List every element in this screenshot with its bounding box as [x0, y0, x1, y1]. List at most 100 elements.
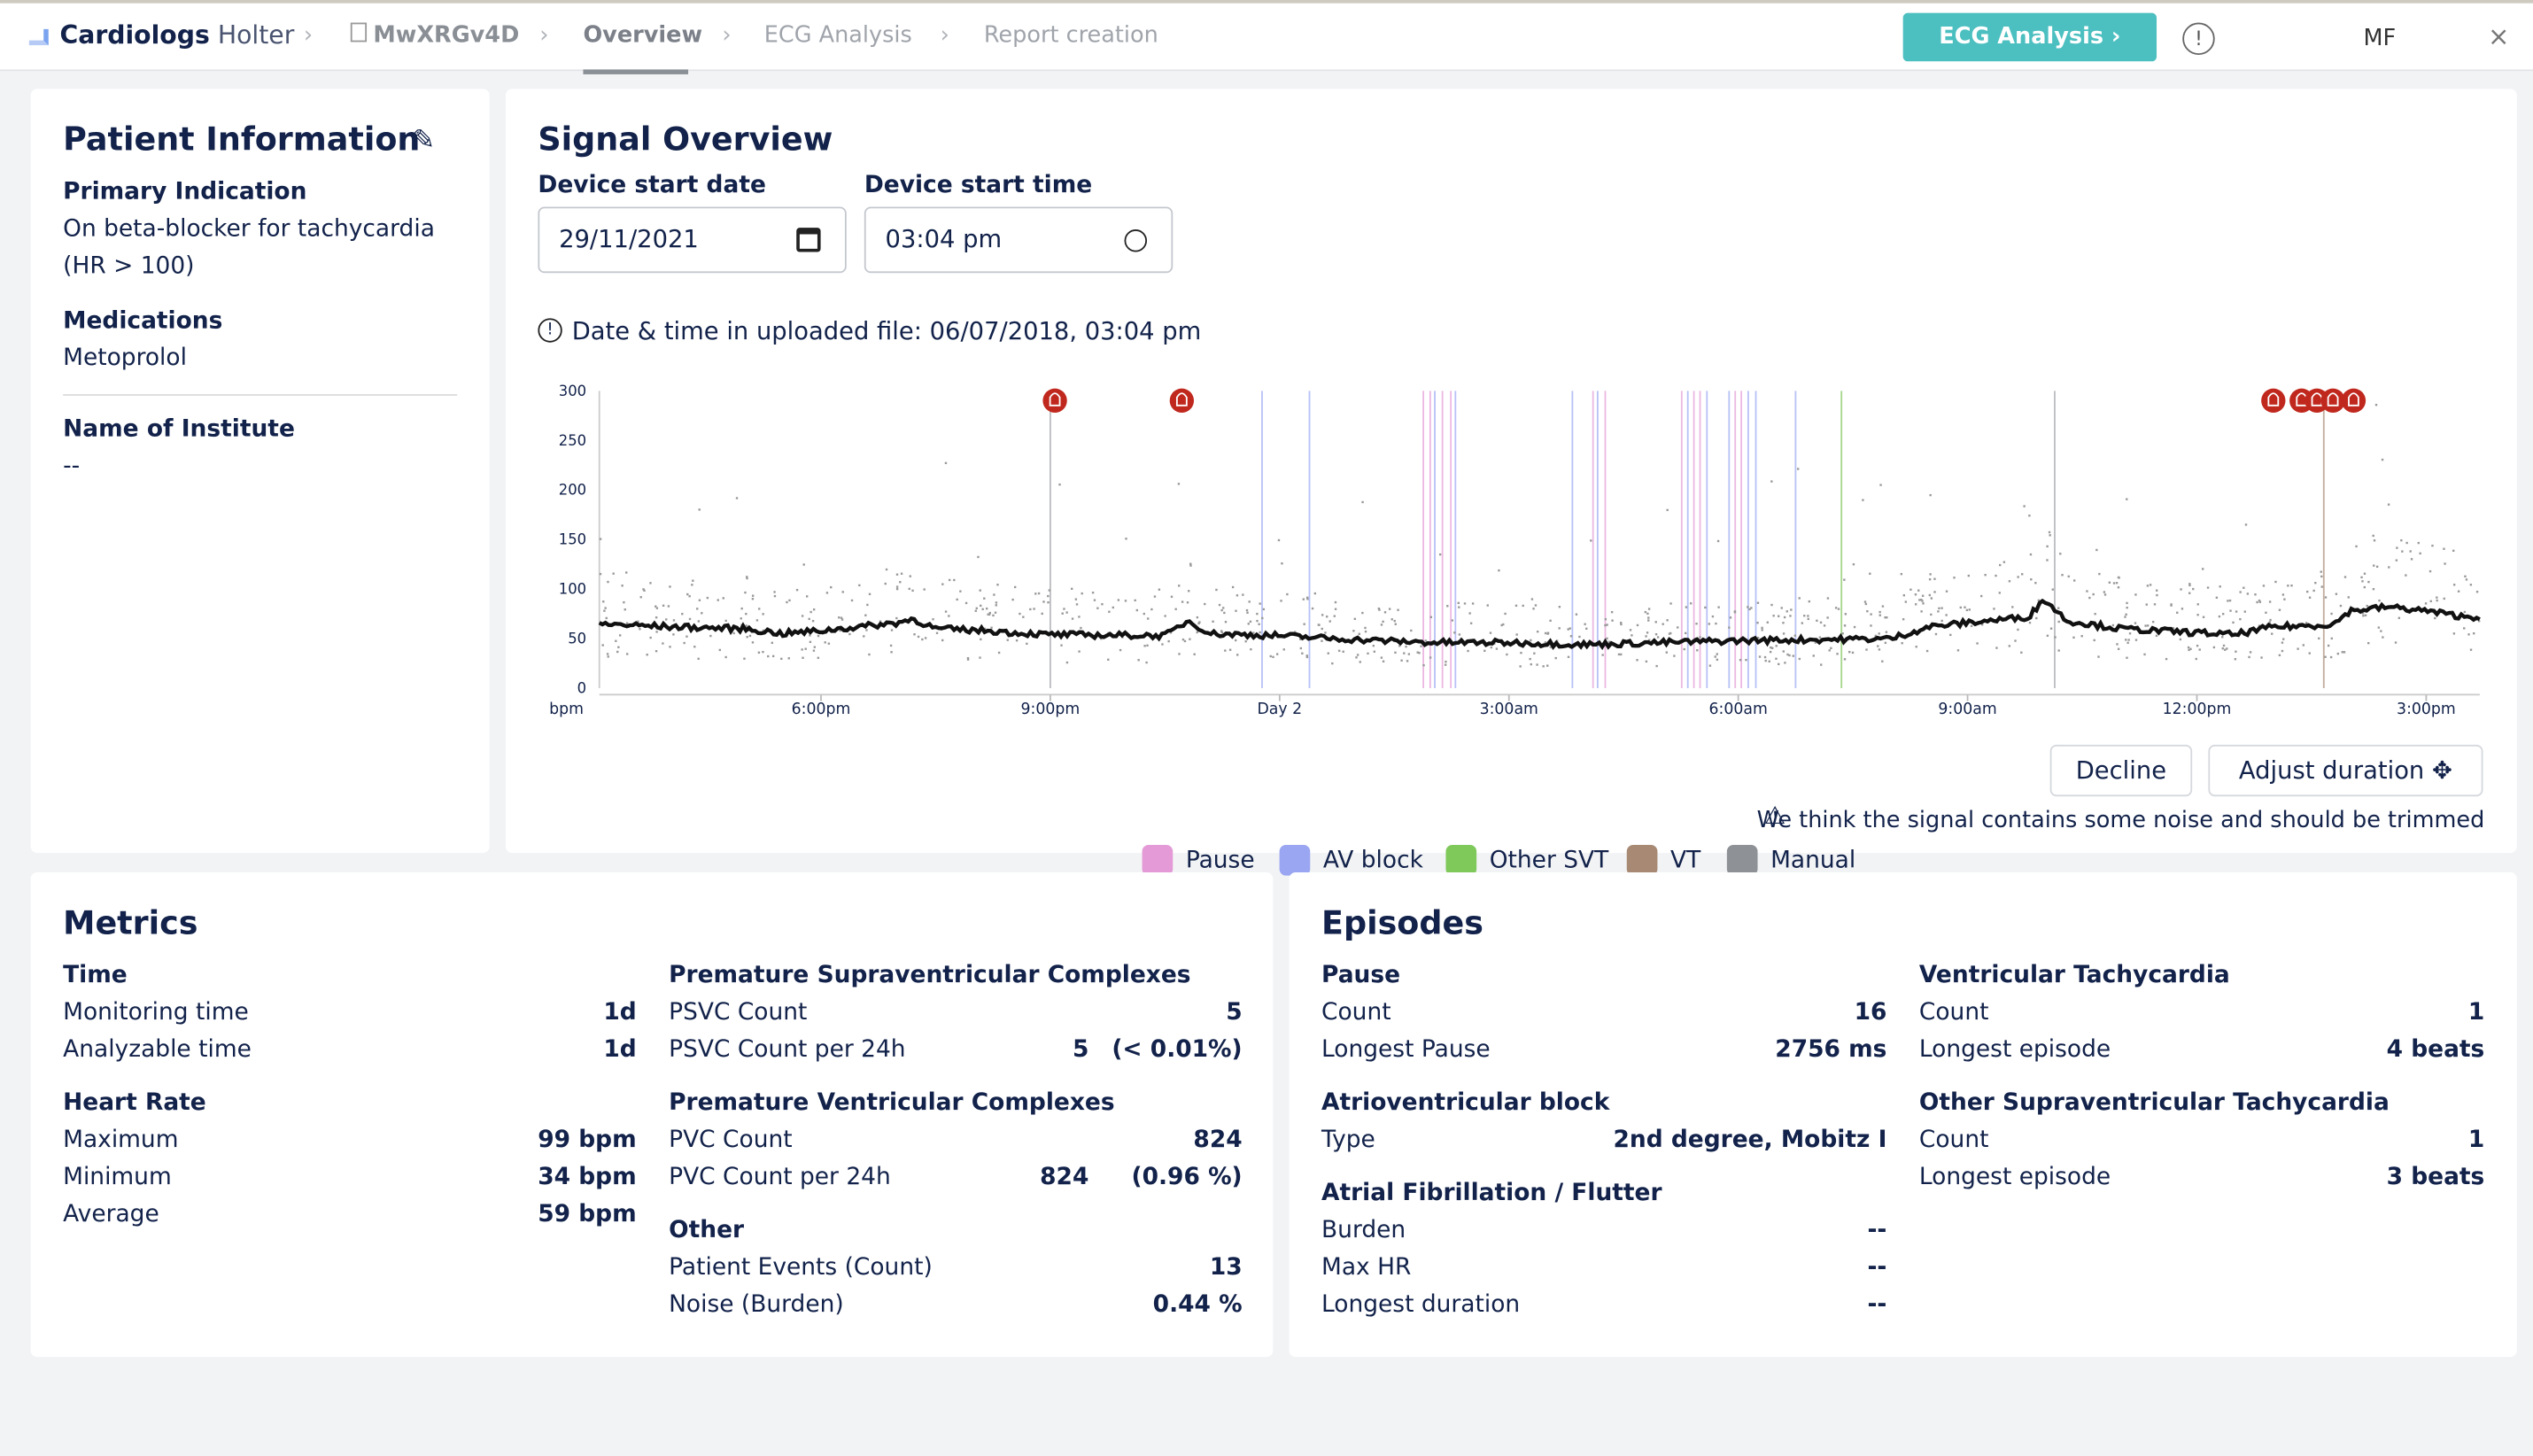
beat-dot [2355, 545, 2358, 548]
beat-dot [692, 579, 694, 582]
file-datetime-info: Date & time in uploaded file: 06/07/2018… [571, 316, 1202, 346]
beat-dot [911, 589, 914, 592]
beat-dot [2287, 585, 2289, 587]
x-tick-label: Day 2 [1257, 701, 1302, 718]
user-avatar[interactable]: MF [2364, 26, 2397, 51]
beat-dot [1514, 604, 1518, 608]
beat-dot [895, 587, 899, 591]
brand[interactable]: Cardiologs Holter [59, 21, 294, 50]
beat-dot [748, 634, 752, 638]
beat-dot [2258, 599, 2261, 602]
beat-dot [2308, 652, 2311, 654]
beat-dot [751, 594, 755, 597]
beat-dot [1914, 603, 1917, 606]
record-crumb[interactable]: MwXRGv4D [350, 22, 519, 49]
beat-dot [1170, 595, 1174, 598]
beat-dot [1502, 623, 1505, 626]
beat-dot [1013, 585, 1017, 589]
beat-dot [746, 636, 748, 639]
patient-event-bell-icon[interactable] [1169, 388, 1195, 414]
patient-event-bell-icon[interactable] [2320, 388, 2345, 414]
beat-dot [2249, 651, 2252, 654]
device-start-time-input[interactable]: 03:04 pm [864, 206, 1174, 274]
beat-dot [601, 644, 604, 647]
beat-dot [1236, 594, 1239, 597]
beat-dot [2312, 589, 2315, 592]
beat-dot [1575, 613, 1578, 616]
beat-dot [979, 589, 981, 592]
beat-dot [2320, 570, 2322, 573]
beat-dot [2189, 647, 2192, 650]
beat-dot [2405, 574, 2407, 577]
beat-dot [1453, 631, 1456, 634]
file-icon [350, 22, 368, 43]
beat-dot [895, 573, 899, 576]
beat-dot [1235, 609, 1237, 612]
device-start-date-input[interactable]: 29/11/2021 [538, 206, 847, 274]
beat-dot [1022, 616, 1025, 618]
beat-dot [921, 638, 924, 641]
beat-dot [1361, 611, 1364, 615]
tab-overview[interactable]: Overview [583, 23, 702, 49]
beat-dot [2318, 637, 2320, 640]
patient-event-bell-icon[interactable] [2341, 388, 2366, 414]
beat-dot [757, 651, 761, 654]
patient-event-bell-icon[interactable] [2261, 388, 2286, 414]
legend-label: Pause [1185, 847, 1255, 873]
beat-dot [1277, 538, 1281, 542]
beat-dot [813, 646, 817, 648]
indication-value: On beta-blocker for tachycardia [63, 216, 435, 243]
close-icon[interactable]: × [2488, 21, 2509, 52]
alert-icon[interactable]: ! [2182, 22, 2215, 56]
beat-dot [1878, 610, 1881, 614]
edit-icon[interactable]: ✎ [412, 124, 435, 156]
tab-ecg-analysis[interactable]: ECG Analysis [764, 23, 912, 49]
beat-dot [2226, 647, 2228, 650]
beat-dot [1530, 598, 1534, 600]
beat-dot [1256, 612, 1259, 616]
decline-button[interactable]: Decline [2049, 744, 2193, 797]
beat-dot [2196, 614, 2199, 616]
calendar-icon[interactable] [796, 228, 821, 252]
beat-dot [990, 626, 993, 629]
adjust-duration-button[interactable]: Adjust duration ✥ [2208, 744, 2483, 797]
beat-dot [709, 634, 712, 638]
beat-dot [1231, 585, 1235, 589]
patient-event-bell-icon[interactable] [1042, 388, 1067, 414]
legend-item[interactable]: Manual [1726, 844, 1855, 876]
beat-dot [2125, 613, 2127, 616]
beat-dot [2436, 596, 2438, 599]
beat-dot [1647, 608, 1651, 610]
adjust-duration-label: Adjust duration [2238, 755, 2425, 786]
beat-dot [1019, 612, 1021, 616]
beat-dot [2324, 655, 2327, 658]
beat-dot [1058, 483, 1061, 486]
legend-item[interactable]: VT [1626, 844, 1701, 876]
heart-rate-chart[interactable]: 0 50 100 150 200 250 300 bpm 6:00pm 9:00pm Day 2 3:… [506, 372, 2517, 719]
legend-item[interactable]: AV block [1279, 844, 1423, 876]
beat-dot [1699, 636, 1701, 639]
tab-report-creation[interactable]: Report creation [984, 23, 1158, 49]
beat-dot [686, 635, 688, 638]
beat-dot [1258, 623, 1260, 625]
beat-dot [1358, 632, 1360, 635]
beat-dot [2153, 603, 2157, 606]
legend-label: VT [1670, 847, 1701, 873]
beat-dot [1645, 660, 1648, 663]
beat-dot [771, 641, 774, 645]
clock-icon[interactable] [1124, 229, 1148, 252]
legend-item[interactable]: Pause [1142, 844, 1255, 876]
beat-dot [1925, 649, 1929, 653]
beat-dot [1355, 656, 1358, 659]
legend-item[interactable]: Other SVT [1445, 844, 1608, 876]
ecg-analysis-button[interactable]: ECG Analysis › [1902, 12, 2157, 62]
beat-dot [2188, 584, 2191, 587]
beat-dot [1026, 642, 1028, 646]
beat-dot [801, 648, 803, 651]
beat-dot [1445, 660, 1447, 663]
beat-dot [1798, 657, 1801, 661]
beat-dot [1578, 635, 1581, 639]
beat-dot [1584, 623, 1586, 625]
beat-dot [1183, 639, 1187, 643]
beat-dot [2149, 584, 2152, 586]
